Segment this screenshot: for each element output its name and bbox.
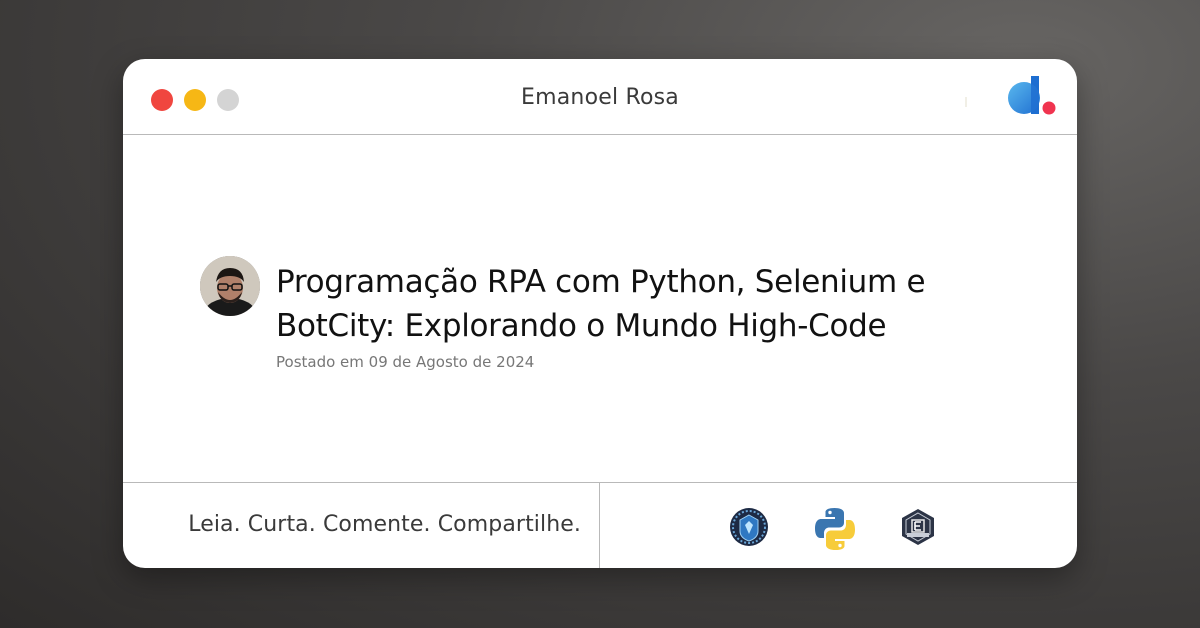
python-logo-icon (815, 508, 855, 550)
tagline: Leia. Curta. Comente. Compartilhe. (188, 512, 581, 537)
divider-mark (965, 97, 967, 107)
post-date: Postado em 09 de Agosto de 2024 (276, 353, 535, 371)
author-avatar[interactable] (200, 256, 260, 316)
window-titlebar: Emanoel Rosa (123, 59, 1077, 135)
share-card: Emanoel Rosa Programação RPA com Python,… (123, 59, 1077, 568)
avatar-image (200, 256, 260, 316)
footer-divider (599, 483, 600, 568)
dark-hex-badge-icon (902, 509, 934, 545)
card-footer: Leia. Curta. Comente. Compartilhe. (123, 482, 1077, 568)
post-title[interactable]: Programação RPA com Python, Selenium e B… (276, 260, 976, 348)
post-content: Programação RPA com Python, Selenium e B… (123, 135, 1077, 482)
blue-crest-badge-icon (730, 508, 768, 546)
window-title: Emanoel Rosa (521, 85, 679, 110)
brand-logo-icon (1008, 76, 1056, 115)
